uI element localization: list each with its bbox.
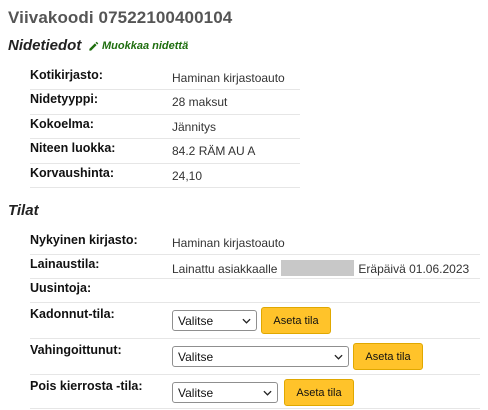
status-row-renewals: Uusintoja: [30, 279, 480, 303]
status-label: Vahingoittunut: [30, 343, 122, 357]
detail-row-home-library: Kotikirjasto: Haminan kirjastoauto [30, 66, 300, 91]
status-label: Lainaustila: [30, 257, 100, 271]
detail-row-collection: Kokoelma: Jännitys [30, 115, 300, 140]
status-row-current-library: Nykyinen kirjasto: Haminan kirjastoauto [30, 231, 480, 255]
detail-value: Jännitys [172, 119, 217, 134]
status-row-loan-status: Lainaustila: Lainattu asiakkaalle Eräpäiv… [30, 255, 480, 279]
redacted-patron [281, 260, 355, 276]
chevron-down-icon [242, 318, 251, 324]
loan-status-value: Lainattu asiakkaalle Eräpäivä 01.06.2023 [172, 257, 469, 276]
edit-item-link[interactable]: Muokkaa nidettä [88, 40, 188, 52]
withdrawn-controls: Valitse Aseta tila [172, 379, 354, 406]
withdrawn-status-select[interactable]: Valitse [172, 382, 278, 403]
loan-status-text: Lainattu asiakkaalle [172, 262, 278, 276]
due-date-text: Eräpäivä 01.06.2023 [358, 262, 470, 276]
details-heading: Nidetiedot [8, 37, 82, 54]
detail-label: Nidetyyppi: [30, 92, 99, 107]
status-heading: Tilat [8, 202, 39, 219]
status-row-damaged: Vahingoittunut: Valitse Aseta tila [30, 339, 480, 375]
edit-item-label: Muokkaa nidettä [102, 40, 189, 52]
detail-row-call-number: Niteen luokka: 84.2 RÄM AU A [30, 139, 300, 164]
select-value: Valitse [178, 313, 214, 328]
detail-label: Niteen luokka: [30, 141, 116, 156]
detail-value: 28 maksut [172, 95, 228, 110]
select-value: Valitse [178, 385, 214, 400]
chevron-down-icon [263, 390, 272, 396]
damaged-status-select[interactable]: Valitse [172, 346, 349, 367]
detail-label: Korvaushinta: [30, 165, 115, 180]
set-lost-status-button[interactable]: Aseta tila [261, 307, 331, 334]
status-value: Haminan kirjastoauto [172, 236, 285, 250]
set-damaged-status-button[interactable]: Aseta tila [353, 343, 423, 370]
status-row-lost: Kadonnut-tila: Valitse Aseta tila [30, 303, 480, 339]
status-label: Pois kierrosta -tila: [30, 379, 143, 393]
detail-value: 84.2 RÄM AU A [172, 144, 256, 159]
status-label: Kadonnut-tila: [30, 307, 115, 321]
status-label: Nykyinen kirjasto: [30, 233, 138, 247]
chevron-down-icon [334, 354, 343, 360]
detail-row-replacement-price: Korvaushinta: 24,10 [30, 164, 300, 188]
status-label: Uusintoja: [30, 281, 92, 295]
detail-row-item-type: Nidetyyppi: 28 maksut [30, 90, 300, 115]
pencil-icon [89, 41, 99, 51]
lost-status-select[interactable]: Valitse [172, 310, 257, 331]
set-withdrawn-status-button[interactable]: Aseta tila [284, 379, 354, 406]
detail-label: Kokoelma: [30, 116, 94, 131]
damaged-controls: Valitse Aseta tila [172, 343, 423, 370]
lost-controls: Valitse Aseta tila [172, 307, 331, 334]
detail-label: Kotikirjasto: [30, 68, 103, 82]
detail-value: Haminan kirjastoauto [172, 71, 285, 85]
select-value: Valitse [178, 349, 214, 364]
status-row-withdrawn: Pois kierrosta -tila: Valitse Aseta tila [30, 375, 480, 409]
detail-value: 24,10 [172, 168, 203, 183]
page-title: Viivakoodi 07522100400104 [8, 8, 233, 27]
